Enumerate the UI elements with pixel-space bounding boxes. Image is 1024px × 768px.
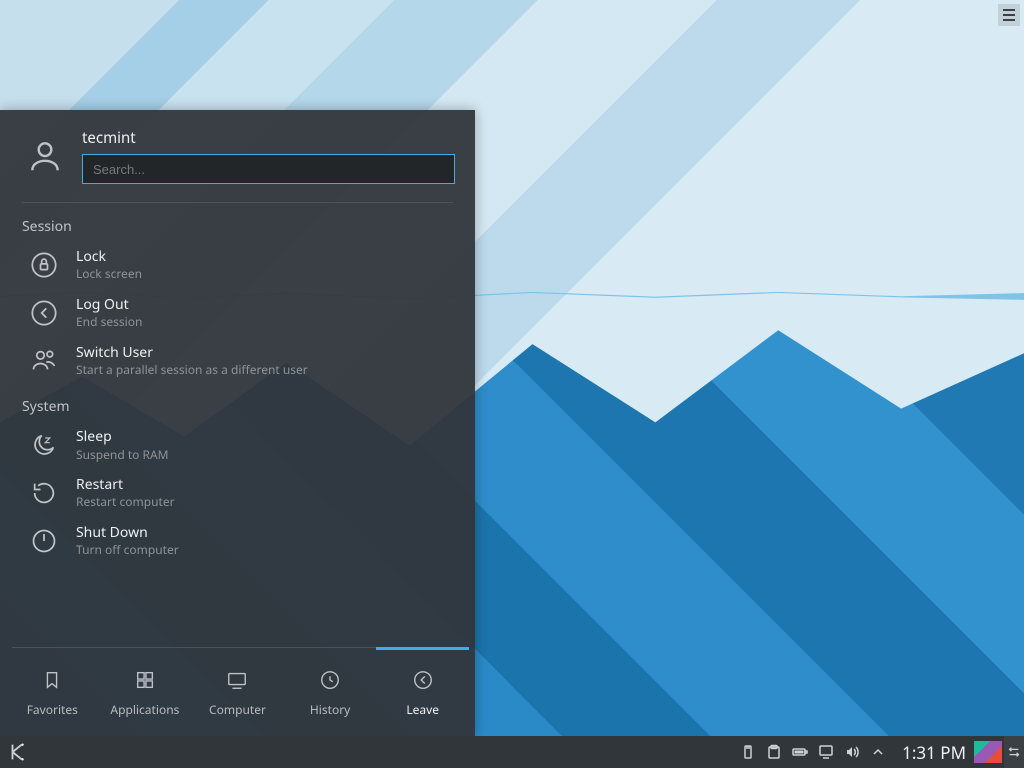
- item-sub: Turn off computer: [76, 542, 179, 558]
- system-list: Sleep Suspend to RAM Restart Restart com…: [0, 424, 475, 567]
- tab-favorites[interactable]: Favorites: [6, 647, 99, 736]
- monitor-icon: [226, 669, 248, 691]
- leave-icon: [412, 669, 434, 691]
- section-title-system: System: [0, 393, 475, 424]
- bookmark-icon: [41, 669, 63, 691]
- item-sub: Restart computer: [76, 494, 175, 510]
- menu-item-sleep[interactable]: Sleep Suspend to RAM: [0, 424, 475, 472]
- tab-label: Favorites: [27, 701, 78, 718]
- item-sub: Lock screen: [76, 266, 142, 282]
- tab-history[interactable]: History: [284, 647, 377, 736]
- tab-label: Computer: [209, 701, 266, 718]
- desktop-toolbox-button[interactable]: [998, 4, 1020, 26]
- tab-label: Leave: [406, 701, 439, 718]
- menu-item-logout[interactable]: Log Out End session: [0, 292, 475, 340]
- panel-clock[interactable]: 1:31 PM: [894, 741, 974, 764]
- restart-icon: [30, 479, 58, 507]
- sleep-icon: [30, 431, 58, 459]
- system-tray: [740, 744, 894, 760]
- item-sub: End session: [76, 314, 142, 330]
- shutdown-icon: [30, 527, 58, 555]
- item-title: Sleep: [76, 428, 169, 446]
- tab-leave[interactable]: Leave: [376, 647, 469, 736]
- session-list: Lock Lock screen Log Out End session Swi…: [0, 244, 475, 387]
- switch-user-icon: [30, 346, 58, 374]
- panel-edit-handle[interactable]: [1004, 736, 1024, 768]
- lock-icon: [30, 251, 58, 279]
- tab-label: History: [310, 701, 350, 718]
- item-sub: Start a parallel session as a different …: [76, 362, 308, 378]
- item-sub: Suspend to RAM: [76, 447, 169, 463]
- divider: [22, 202, 453, 203]
- clock-icon: [319, 669, 341, 691]
- item-title: Shut Down: [76, 524, 179, 542]
- item-title: Switch User: [76, 344, 308, 362]
- network-icon[interactable]: [818, 744, 834, 760]
- logout-icon: [30, 299, 58, 327]
- usb-icon[interactable]: [740, 744, 756, 760]
- section-title-session: Session: [0, 213, 475, 244]
- kickoff-menu: tecmint Session Lock Lock screen Log Out…: [0, 110, 475, 736]
- tab-applications[interactable]: Applications: [99, 647, 192, 736]
- kickoff-launcher-button[interactable]: [0, 736, 36, 768]
- volume-icon[interactable]: [844, 744, 860, 760]
- menu-item-switchuser[interactable]: Switch User Start a parallel session as …: [0, 340, 475, 388]
- grid-icon: [134, 669, 156, 691]
- clipboard-icon[interactable]: [766, 744, 782, 760]
- item-title: Log Out: [76, 296, 142, 314]
- user-avatar-icon: [26, 137, 64, 175]
- kickoff-header: tecmint: [0, 110, 475, 198]
- menu-item-restart[interactable]: Restart Restart computer: [0, 472, 475, 520]
- kickoff-tabs: Favorites Applications Computer History …: [0, 648, 475, 736]
- item-title: Lock: [76, 248, 142, 266]
- battery-icon[interactable]: [792, 744, 808, 760]
- activities-button[interactable]: [974, 741, 1002, 763]
- chevron-up-icon[interactable]: [870, 744, 886, 760]
- item-title: Restart: [76, 476, 175, 494]
- tab-computer[interactable]: Computer: [191, 647, 284, 736]
- tab-label: Applications: [110, 701, 179, 718]
- menu-item-lock[interactable]: Lock Lock screen: [0, 244, 475, 292]
- username-label: tecmint: [82, 128, 455, 148]
- search-input[interactable]: [82, 154, 455, 184]
- menu-item-shutdown[interactable]: Shut Down Turn off computer: [0, 520, 475, 568]
- panel: 1:31 PM: [0, 736, 1024, 768]
